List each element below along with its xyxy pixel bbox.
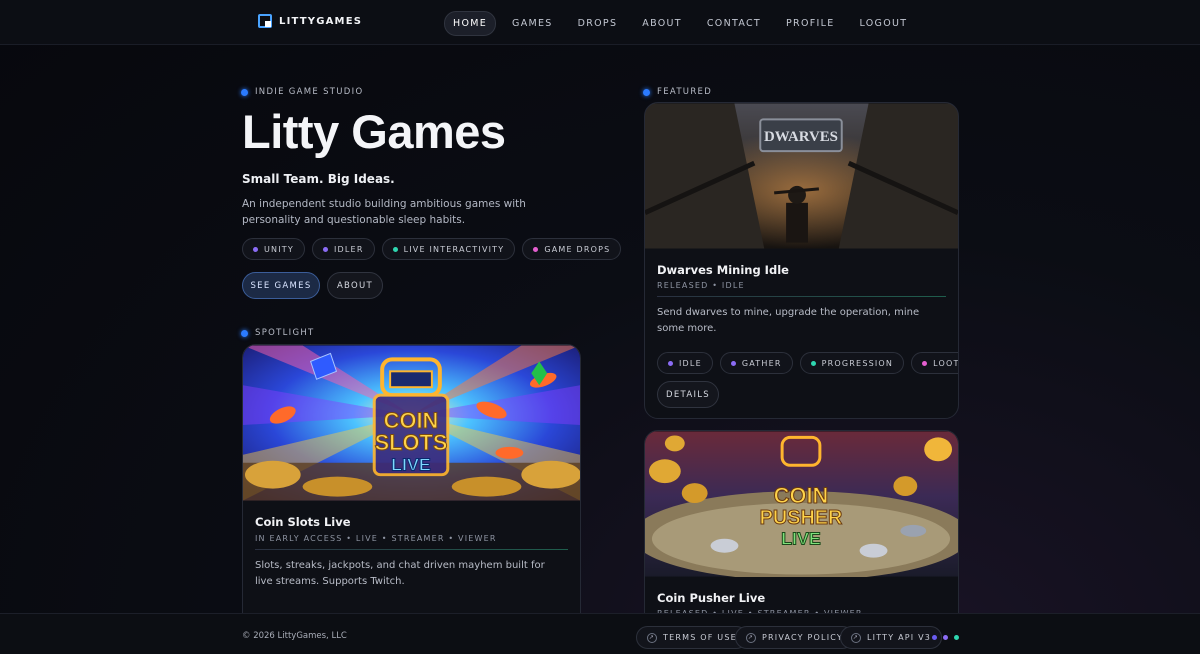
card-description: Send dwarves to mine, upgrade the operat…: [657, 307, 920, 334]
see-games-button[interactable]: SEE GAMES: [242, 272, 320, 299]
tag-dot-icon: [730, 360, 736, 366]
dot-icon: [643, 88, 650, 96]
tag-chip: UNITY: [242, 238, 305, 260]
dot-icon: [241, 329, 248, 337]
tag-dot-icon: [668, 360, 673, 366]
status-dot-icon: [932, 635, 937, 640]
tag-chip: LOOT: [911, 352, 959, 374]
coin-slots-live-image: COIN SLOTS LIVE: [243, 345, 580, 501]
tag-label: IDLER: [333, 244, 364, 254]
about-button[interactable]: ABOUT: [327, 272, 383, 299]
hero-eyebrow: INDIE GAME STUDIO: [241, 87, 363, 97]
featured-card-dwarves[interactable]: DWARVES Dwarves Mining Idle RELEASED • I…: [644, 102, 959, 419]
tag-dot-icon: [322, 246, 328, 252]
coin-pusher-live-image: COIN PUSHER LIVE: [645, 431, 958, 577]
tag-dot-icon: [392, 246, 398, 252]
logo-icon: [258, 14, 272, 28]
tag-label: PROGRESSION: [821, 358, 894, 368]
nav-link-home[interactable]: HOME: [444, 11, 497, 36]
tag-chip: GAME DROPS: [522, 238, 622, 260]
page-title: Litty Games: [242, 105, 506, 158]
external-link-icon: ↗: [647, 632, 657, 643]
nav-link-games[interactable]: GAMES: [503, 11, 562, 36]
top-nav: LITTYGAMES HOME GAMES DROPS ABOUT CONTAC…: [0, 0, 1200, 45]
tag-chip: PROGRESSION: [799, 352, 905, 374]
tag-chip: LIVE INTERACTIVITY: [381, 238, 516, 260]
nav-link-logout[interactable]: LOGOUT: [851, 11, 917, 36]
hero-tags: UNITY IDLER LIVE INTERACTIVITY GAME DROP…: [242, 238, 622, 260]
pusher-image-line-3: LIVE: [781, 529, 821, 549]
footer: © 2026 LittyGames, LLC ↗ TERMS OF USE ↗ …: [0, 613, 1200, 654]
tag-dot-icon: [253, 246, 258, 252]
tag-dot-icon: [810, 360, 816, 366]
footer-dots: [932, 635, 959, 640]
status-dot-icon: [954, 635, 959, 640]
tag-label: IDLE: [679, 358, 702, 368]
tag-chip: GATHER: [719, 352, 793, 374]
card-meta: IN EARLY ACCESS • LIVE • STREAMER • VIEW…: [255, 534, 497, 543]
tag-label: LIVE INTERACTIVITY: [403, 244, 505, 254]
nav-link-contact[interactable]: CONTACT: [698, 11, 770, 36]
tag-chip: IDLE: [657, 352, 713, 374]
nav-link-drops[interactable]: DROPS: [569, 11, 627, 36]
status-dot-icon: [943, 635, 948, 640]
featured-eyebrow: FEATURED: [643, 87, 712, 97]
nav-links: HOME GAMES DROPS ABOUT CONTACT PROFILE L…: [444, 11, 923, 36]
card-tags: IDLE GATHER PROGRESSION LOOT: [657, 352, 959, 374]
featured-eyebrow-text: FEATURED: [657, 87, 713, 97]
brand-name: LITTYGAMES: [279, 15, 363, 27]
dwarves-image-sign: DWARVES: [764, 129, 838, 145]
privacy-policy-label: PRIVACY POLICY: [762, 633, 843, 642]
card-title: Coin Slots Live: [255, 515, 351, 529]
tag-label: LOOT: [933, 358, 959, 368]
dwarves-mining-idle-image: DWARVES: [645, 103, 958, 249]
card-divider: [657, 296, 946, 297]
terms-of-use-label: TERMS OF USE: [663, 633, 737, 642]
card-title: Coin Pusher Live: [657, 591, 766, 605]
tag-label: GATHER: [741, 358, 782, 368]
card-meta: RELEASED • IDLE: [657, 281, 745, 290]
featured-card-coin-pusher[interactable]: COIN PUSHER LIVE Coin Pusher Live RELEAS…: [644, 430, 959, 630]
litty-api-link[interactable]: ↗ LITTY API V3: [840, 626, 943, 649]
external-link-icon: ↗: [746, 632, 756, 643]
spotlight-card[interactable]: COIN SLOTS LIVE Coin Slots Live IN EARLY…: [242, 344, 581, 644]
dot-icon: [241, 88, 248, 96]
privacy-policy-link[interactable]: ↗ PRIVACY POLICY: [735, 626, 854, 649]
pusher-image-line-2: PUSHER: [760, 507, 843, 529]
tag-dot-icon: [533, 246, 539, 252]
hero-subtitle: Small Team. Big Ideas.: [242, 172, 395, 186]
tag-label: GAME DROPS: [544, 244, 611, 254]
slots-image-line-3: LIVE: [391, 455, 431, 475]
nav-link-profile[interactable]: PROFILE: [777, 11, 843, 36]
slots-image-line-2: SLOTS: [375, 430, 448, 455]
litty-api-label: LITTY API V3: [867, 633, 932, 642]
details-button[interactable]: DETAILS: [657, 381, 719, 408]
hero-eyebrow-text: INDIE GAME STUDIO: [255, 87, 364, 97]
card-divider: [255, 549, 568, 550]
card-title: Dwarves Mining Idle: [657, 263, 789, 277]
tag-dot-icon: [922, 360, 928, 366]
spotlight-eyebrow-text: SPOTLIGHT: [255, 328, 315, 338]
tag-label: UNITY: [264, 244, 294, 254]
terms-of-use-link[interactable]: ↗ TERMS OF USE: [636, 626, 748, 649]
copyright: © 2026 LittyGames, LLC: [242, 631, 347, 641]
card-description: Slots, streaks, jackpots, and chat drive…: [255, 560, 545, 587]
brand[interactable]: LITTYGAMES: [258, 14, 362, 28]
spotlight-eyebrow: SPOTLIGHT: [241, 328, 315, 338]
external-link-icon: ↗: [851, 632, 861, 643]
pusher-image-line-1: COIN: [774, 483, 829, 508]
nav-link-about[interactable]: ABOUT: [633, 11, 691, 36]
tag-chip: IDLER: [311, 238, 375, 260]
hero-description: An independent studio building ambitious…: [242, 198, 526, 226]
